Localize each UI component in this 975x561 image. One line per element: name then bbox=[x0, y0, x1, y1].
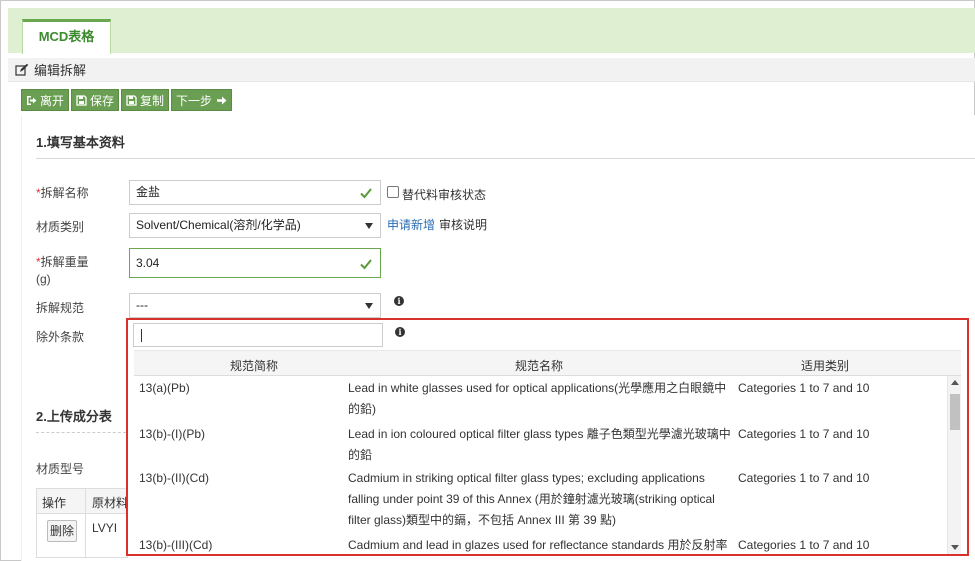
upload-heading: 2.上传成分表 bbox=[36, 409, 112, 424]
next-label: 下一步 bbox=[176, 93, 213, 108]
copy-button[interactable]: 复制 bbox=[121, 89, 170, 111]
next-step-button[interactable]: 下一步 bbox=[171, 89, 233, 111]
weight-label: *拆解重量 (g) bbox=[36, 255, 89, 286]
row-name: Lead in white glasses used for optical a… bbox=[348, 381, 727, 416]
row-category: Categories 1 to 7 and 10 bbox=[738, 471, 870, 485]
check-icon bbox=[360, 188, 372, 199]
arrow-right-icon bbox=[217, 96, 227, 104]
apply-new-link[interactable]: 申请新增 bbox=[387, 216, 435, 233]
substitute-label: 替代料审核状态 bbox=[402, 188, 487, 202]
row-code: 13(b)-(I)(Pb) bbox=[139, 427, 206, 441]
info-icon[interactable]: i bbox=[395, 327, 405, 337]
material-model-label: 材质型号 bbox=[36, 462, 85, 476]
row-name: Lead in ion coloured optical filter glas… bbox=[348, 427, 731, 462]
substitute-checkbox[interactable] bbox=[387, 186, 399, 198]
section-header: 编辑拆解 bbox=[8, 58, 975, 82]
row-name: Cadmium and lead in glazes used for refl… bbox=[348, 538, 728, 552]
col-material: 原材料 bbox=[92, 496, 128, 510]
tab-mcd-form[interactable]: MCD表格 bbox=[22, 19, 111, 54]
exclusion-search-input[interactable] bbox=[133, 323, 383, 347]
material-label: 材质类别 bbox=[36, 220, 85, 234]
col-category: 适用类别 bbox=[801, 359, 850, 373]
weight-value: 3.04 bbox=[136, 256, 160, 270]
table-cell: LVYI bbox=[92, 521, 118, 535]
name-input[interactable]: 金盐 bbox=[129, 180, 381, 205]
composition-table: 操作 原材料 删除 LVYI bbox=[36, 488, 128, 558]
copy-label: 复制 bbox=[140, 93, 165, 108]
row-category: Categories 1 to 7 and 10 bbox=[738, 538, 870, 552]
col-action: 操作 bbox=[42, 496, 67, 510]
spec-label: 拆解规范 bbox=[36, 301, 85, 315]
dropdown-header: 规范简称 规范名称 适用类别 bbox=[134, 350, 961, 376]
leave-button[interactable]: 离开 bbox=[21, 89, 70, 111]
scroll-thumb[interactable] bbox=[950, 394, 960, 430]
spec-select[interactable]: --- bbox=[129, 293, 381, 318]
row-code: 13(a)(Pb) bbox=[139, 381, 190, 395]
exclusion-label: 除外条款 bbox=[36, 330, 85, 344]
col-code: 规范简称 bbox=[230, 359, 279, 373]
save-label: 保存 bbox=[90, 93, 115, 108]
row-code: 13(b)-(III)(Cd) bbox=[139, 538, 213, 552]
exclusion-dropdown: i 规范简称 规范名称 适用类别 13(a)(Pb) Lead in white… bbox=[126, 318, 969, 556]
leave-label: 离开 bbox=[40, 93, 65, 108]
edit-icon bbox=[15, 63, 29, 76]
chevron-down-icon bbox=[365, 223, 373, 229]
top-band bbox=[8, 8, 975, 53]
weight-input[interactable]: 3.04 bbox=[129, 248, 381, 278]
copy-icon bbox=[126, 94, 137, 106]
list-item[interactable]: 13(b)-(II)(Cd) Cadmium in striking optic… bbox=[134, 468, 946, 531]
material-value: Solvent/Chemical(溶剂/化学品) bbox=[136, 218, 301, 232]
column-divider bbox=[85, 489, 86, 557]
save-icon bbox=[76, 94, 87, 106]
audit-note-link[interactable]: 审核说明 bbox=[439, 216, 487, 233]
dropdown-list: 13(a)(Pb) Lead in white glasses used for… bbox=[134, 376, 961, 554]
section-title: 编辑拆解 bbox=[34, 63, 87, 78]
divider bbox=[36, 432, 126, 433]
scroll-down-icon[interactable] bbox=[951, 545, 959, 550]
name-value: 金盐 bbox=[136, 185, 161, 199]
row-name: Cadmium in striking optical filter glass… bbox=[348, 471, 715, 527]
list-item[interactable]: 13(b)-(I)(Pb) Lead in ion coloured optic… bbox=[134, 424, 946, 466]
divider bbox=[36, 158, 975, 159]
text-caret bbox=[141, 329, 142, 342]
info-icon[interactable]: i bbox=[394, 296, 404, 306]
save-button[interactable]: 保存 bbox=[71, 89, 120, 111]
list-item[interactable]: 13(a)(Pb) Lead in white glasses used for… bbox=[134, 378, 946, 420]
spec-value: --- bbox=[136, 298, 148, 312]
chevron-down-icon bbox=[365, 303, 373, 309]
dropdown-scrollbar[interactable] bbox=[947, 376, 961, 554]
row-category: Categories 1 to 7 and 10 bbox=[738, 381, 870, 395]
basic-info-heading: 1.填写基本资料 bbox=[36, 135, 125, 150]
material-select[interactable]: Solvent/Chemical(溶剂/化学品) bbox=[129, 213, 381, 238]
col-name: 规范名称 bbox=[515, 359, 564, 373]
exit-icon bbox=[27, 95, 37, 105]
row-category: Categories 1 to 7 and 10 bbox=[738, 427, 870, 441]
scroll-up-icon[interactable] bbox=[951, 380, 959, 385]
toolbar: 离开 保存 复制 下一步 bbox=[21, 89, 233, 111]
name-label: *拆解名称 bbox=[36, 186, 89, 200]
check-icon bbox=[360, 259, 372, 270]
row-code: 13(b)-(II)(Cd) bbox=[139, 471, 210, 485]
list-item[interactable]: 13(b)-(III)(Cd) Cadmium and lead in glaz… bbox=[134, 535, 946, 554]
delete-button[interactable]: 删除 bbox=[47, 520, 77, 542]
